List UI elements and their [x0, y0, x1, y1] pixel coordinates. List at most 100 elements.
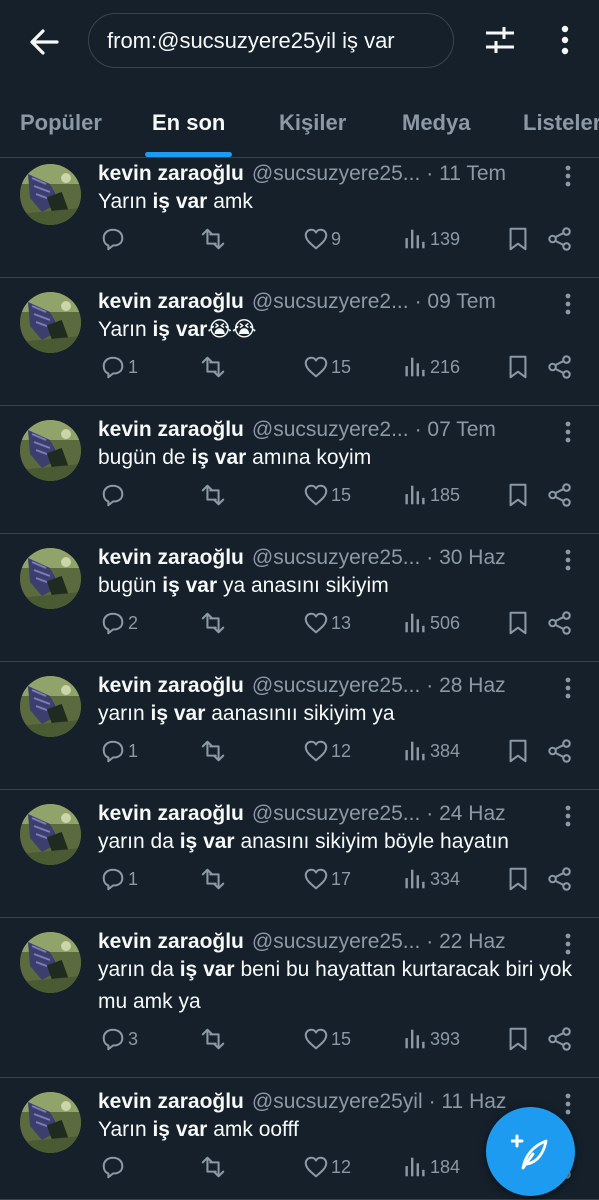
sliders-icon: [486, 27, 514, 53]
tab-media[interactable]: Medya: [402, 110, 470, 136]
retweet-button[interactable]: [198, 480, 226, 510]
back-button[interactable]: [22, 22, 66, 62]
views-button[interactable]: 334: [400, 864, 460, 894]
like-count: 15: [331, 484, 352, 505]
retweet-button[interactable]: [198, 352, 226, 382]
tab-latest[interactable]: En son: [152, 110, 225, 136]
reply-count: 1: [128, 740, 139, 761]
reply-button[interactable]: [98, 480, 128, 510]
reply-button[interactable]: [98, 1152, 128, 1182]
author-name[interactable]: kevin zaraoğlu: [98, 290, 244, 314]
author-name[interactable]: kevin zaraoğlu: [98, 162, 244, 186]
share-button[interactable]: [545, 480, 573, 510]
views-button[interactable]: 184: [400, 1152, 460, 1182]
avatar[interactable]: [20, 676, 81, 737]
views-button[interactable]: 139: [400, 224, 460, 254]
tweet-text: bugün de iş var amına koyim: [98, 442, 578, 474]
search-input[interactable]: from:@sucsuzyere25yil iş var: [88, 13, 454, 68]
avatar[interactable]: [20, 420, 81, 481]
tweet-text-after: amk: [207, 190, 253, 213]
tweet-text: yarın da iş var beni bu hayattan kurtara…: [98, 954, 578, 1018]
tab-lists[interactable]: Listeler: [523, 110, 599, 136]
bookmark-button[interactable]: [503, 864, 531, 894]
tab-people[interactable]: Kişiler: [279, 110, 346, 136]
author-name[interactable]: kevin zaraoğlu: [98, 1090, 244, 1114]
tweet[interactable]: kevin zaraoğlu @sucsuzyere25... · 30 Haz bu…: [0, 534, 599, 662]
share-button[interactable]: [545, 608, 573, 638]
like-button[interactable]: 17: [301, 864, 351, 894]
avatar[interactable]: [20, 1092, 81, 1153]
more-options-button[interactable]: [548, 20, 582, 60]
author-name[interactable]: kevin zaraoğlu: [98, 418, 244, 442]
retweet-button[interactable]: [198, 1024, 226, 1054]
avatar[interactable]: [20, 292, 81, 353]
reply-button[interactable]: 2: [98, 608, 138, 638]
tweet[interactable]: kevin zaraoğlu @sucsuzyere2... · 07 Tem bug…: [0, 406, 599, 534]
tweet[interactable]: kevin zaraoğlu @sucsuzyere2... · 09 Tem Yar…: [0, 278, 599, 406]
tweet[interactable]: kevin zaraoğlu @sucsuzyere25... · 11 Tem Ya…: [0, 150, 599, 278]
share-button[interactable]: [545, 864, 573, 894]
search-filter-button[interactable]: [478, 20, 522, 60]
tweet[interactable]: kevin zaraoğlu @sucsuzyere25... · 28 Haz ya…: [0, 662, 599, 790]
like-button[interactable]: 12: [301, 1152, 351, 1182]
bookmark-button[interactable]: [503, 480, 531, 510]
tweet-text: yarın da iş var anasını sikiyim böyle ha…: [98, 826, 578, 858]
avatar[interactable]: [20, 804, 81, 865]
views-button[interactable]: 185: [400, 480, 460, 510]
reply-icon: [100, 609, 126, 637]
avatar[interactable]: [20, 932, 81, 993]
reply-button[interactable]: 1: [98, 352, 138, 382]
views-button[interactable]: 216: [400, 352, 460, 382]
share-icon: [547, 1025, 573, 1053]
tab-popular[interactable]: Popüler: [20, 110, 102, 136]
like-count: 12: [331, 1156, 352, 1177]
tweet-text: Yarın iş var amk: [98, 186, 578, 218]
tweet-text-before: yarın: [98, 702, 151, 725]
views-button[interactable]: 393: [400, 1024, 460, 1054]
retweet-button[interactable]: [198, 864, 226, 894]
search-query-text: from:@sucsuzyere25yil iş var: [107, 27, 395, 53]
search-highlight: iş var: [152, 318, 208, 341]
like-button[interactable]: 15: [301, 480, 351, 510]
author-name[interactable]: kevin zaraoğlu: [98, 930, 244, 954]
reply-button[interactable]: 3: [98, 1024, 138, 1054]
author-handle: @sucsuzyere25...: [251, 802, 421, 825]
heart-icon: [303, 865, 329, 893]
avatar[interactable]: [20, 164, 81, 225]
retweet-button[interactable]: [198, 608, 226, 638]
view-count: 384: [430, 740, 461, 761]
like-button[interactable]: 9: [301, 224, 341, 254]
heart-icon: [303, 481, 329, 509]
bookmark-button[interactable]: [503, 1024, 531, 1054]
like-button[interactable]: 12: [301, 736, 351, 766]
tweet-text: Yarın iş var😭😭: [98, 314, 578, 346]
bookmark-button[interactable]: [503, 736, 531, 766]
share-button[interactable]: [545, 224, 573, 254]
share-button[interactable]: [545, 736, 573, 766]
like-button[interactable]: 15: [301, 352, 351, 382]
like-button[interactable]: 15: [301, 1024, 351, 1054]
reply-button[interactable]: 1: [98, 864, 138, 894]
bookmark-button[interactable]: [503, 608, 531, 638]
retweet-button[interactable]: [198, 736, 226, 766]
tweet[interactable]: kevin zaraoğlu @sucsuzyere25... · 22 Haz ya…: [0, 918, 599, 1078]
tweet-text: bugün iş var ya anasını sikiyim: [98, 570, 578, 602]
views-button[interactable]: 506: [400, 608, 460, 638]
author-name[interactable]: kevin zaraoğlu: [98, 546, 244, 570]
share-button[interactable]: [545, 352, 573, 382]
tweet-text: yarın iş var aanasınıı sikiyim ya: [98, 698, 578, 730]
author-name[interactable]: kevin zaraoğlu: [98, 674, 244, 698]
bookmark-button[interactable]: [503, 224, 531, 254]
reply-button[interactable]: [98, 224, 128, 254]
tweet[interactable]: kevin zaraoğlu @sucsuzyere25... · 24 Haz ya…: [0, 790, 599, 918]
retweet-button[interactable]: [198, 224, 226, 254]
retweet-button[interactable]: [198, 1152, 226, 1182]
share-button[interactable]: [545, 1024, 573, 1054]
views-button[interactable]: 384: [400, 736, 460, 766]
reply-button[interactable]: 1: [98, 736, 138, 766]
author-name[interactable]: kevin zaraoğlu: [98, 802, 244, 826]
bookmark-button[interactable]: [503, 352, 531, 382]
like-button[interactable]: 13: [301, 608, 351, 638]
compose-post-button[interactable]: [486, 1107, 575, 1196]
avatar[interactable]: [20, 548, 81, 609]
